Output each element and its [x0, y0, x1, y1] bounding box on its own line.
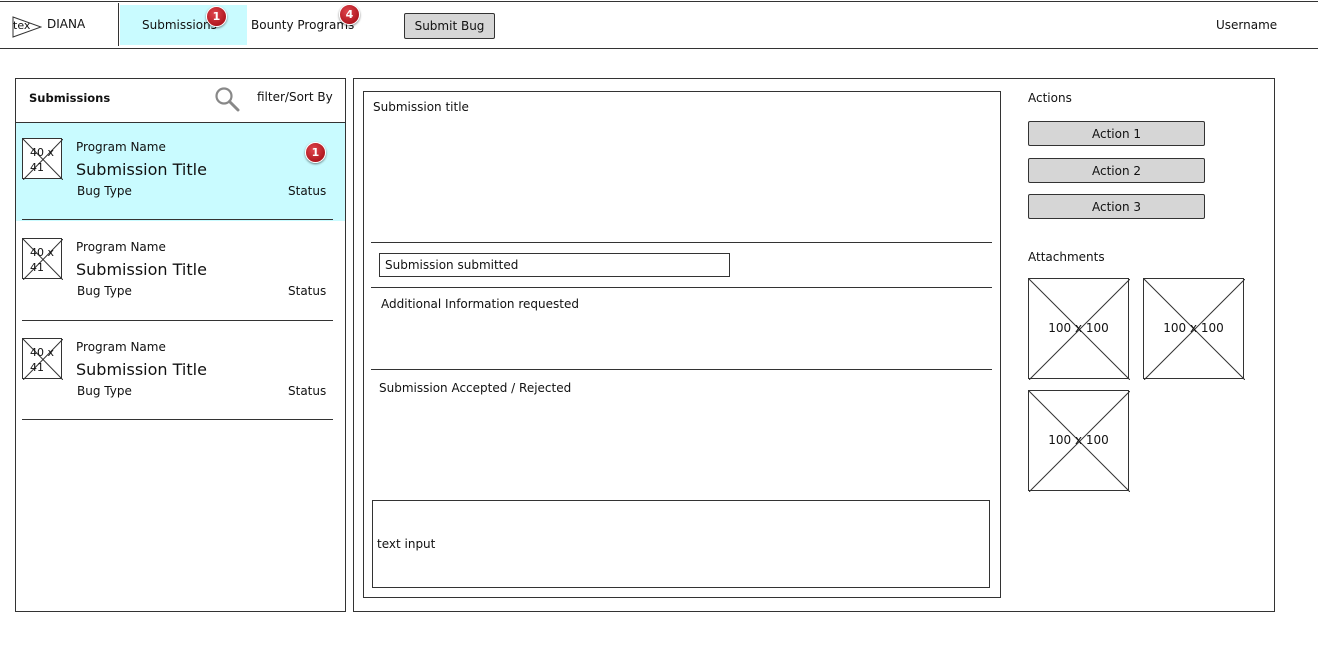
bug-type: Bug Type	[77, 384, 132, 398]
attachment-image[interactable]: 100 x 100	[1028, 390, 1130, 492]
status-label: Status	[288, 184, 327, 198]
actions-heading: Actions	[1028, 91, 1072, 105]
attachment-size-label: 100 x 100	[1163, 321, 1224, 335]
app-name: DIANA	[47, 17, 86, 31]
attachment-image[interactable]: 100 x 100	[1028, 278, 1130, 380]
action-3-button[interactable]: Action 3	[1028, 194, 1205, 219]
tab-submissions[interactable]: Submissions	[120, 5, 247, 45]
submission-title: Submission Title	[76, 360, 207, 379]
submit-bug-button[interactable]: Submit Bug	[404, 13, 495, 39]
program-name: Program Name	[76, 140, 166, 154]
status-label: Status	[288, 284, 327, 298]
bounty-programs-count-badge: 4	[339, 4, 360, 25]
list-divider	[22, 419, 333, 420]
header-bottom-border	[0, 48, 1318, 49]
submission-thumbnail: 40 x 41	[22, 238, 63, 280]
timeline-divider	[371, 242, 992, 243]
tab-bounty-programs-label: Bounty Programs	[251, 18, 355, 32]
logo-text: tex	[13, 19, 31, 32]
attachments-heading: Attachments	[1028, 250, 1105, 264]
comment-text-input[interactable]: text input	[372, 500, 990, 588]
search-icon[interactable]	[213, 86, 241, 112]
nav-divider	[118, 3, 119, 46]
filter-sort-button[interactable]: filter/Sort By	[257, 90, 333, 104]
program-name: Program Name	[76, 340, 166, 354]
action-1-button[interactable]: Action 1	[1028, 121, 1205, 146]
action-2-button[interactable]: Action 2	[1028, 158, 1205, 183]
header-top-border	[0, 1, 1318, 2]
submission-thumbnail: 40 x 41	[22, 338, 63, 380]
timeline-divider	[371, 287, 992, 288]
bug-type: Bug Type	[77, 184, 132, 198]
program-name: Program Name	[76, 240, 166, 254]
attachment-size-label: 100 x 100	[1048, 433, 1109, 447]
timeline-divider	[371, 369, 992, 370]
username[interactable]: Username	[1216, 18, 1277, 32]
submission-submitted-field: Submission submitted	[379, 253, 730, 277]
thumbnail-size-label: 40 x 41	[30, 146, 55, 174]
status-label: Status	[288, 384, 327, 398]
item-notification-badge: 1	[305, 142, 326, 163]
submissions-count-badge: 1	[206, 6, 227, 27]
attachment-size-label: 100 x 100	[1048, 321, 1109, 335]
additional-info-requested: Additional Information requested	[381, 297, 579, 311]
list-divider	[22, 219, 333, 220]
submission-title: Submission Title	[76, 160, 207, 179]
attachment-image[interactable]: 100 x 100	[1143, 278, 1245, 380]
list-title: Submissions	[29, 91, 111, 105]
submission-title: Submission Title	[76, 260, 207, 279]
submission-thumbnail: 40 x 41	[22, 138, 63, 180]
thumbnail-size-label: 40 x 41	[30, 246, 55, 274]
submission-accepted-rejected: Submission Accepted / Rejected	[379, 381, 572, 395]
thumbnail-size-label: 40 x 41	[30, 346, 55, 374]
bug-type: Bug Type	[77, 284, 132, 298]
detail-submission-title: Submission title	[373, 100, 469, 114]
logo-icon: tex	[12, 16, 43, 38]
